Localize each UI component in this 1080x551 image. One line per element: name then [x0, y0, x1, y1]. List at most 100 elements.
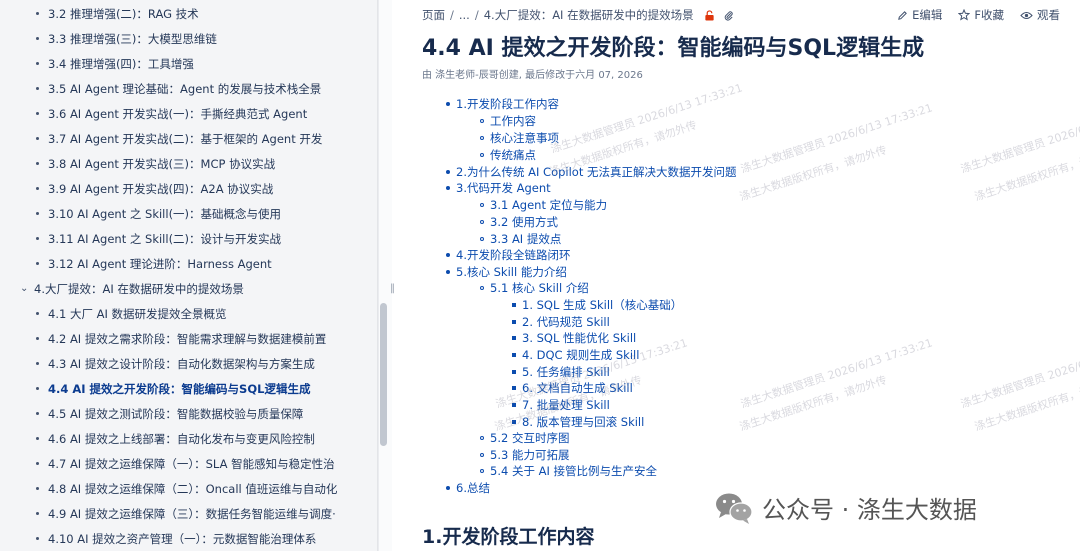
favorite-button[interactable]: F收藏 [958, 7, 1004, 23]
breadcrumb-root[interactable]: 页面 [422, 7, 445, 23]
sidebar-item[interactable]: 3.7 AI Agent 开发实战(二)：基于框架的 Agent 开发 [0, 126, 372, 151]
toc-link[interactable]: 3.代码开发 Agent [446, 180, 551, 196]
toc-link[interactable]: 4. DQC 规则生成 Skill [512, 347, 639, 363]
toc-label: 8. 版本管理与回滚 Skill [522, 415, 645, 429]
sidebar-item[interactable]: 4.10 AI 提效之资产管理（一）：元数据智能治理体系 [0, 526, 372, 551]
sidebar-item-label: 4.4 AI 提效之开发阶段：智能编码与SQL逻辑生成 [48, 381, 311, 396]
sidebar-item-label: 4.7 AI 提效之运维保障（一）：SLA 智能感知与稳定性治 [48, 456, 335, 471]
sidebar-item-label: 4.9 AI 提效之运维保障（三）：数据任务智能运维与调度· [48, 506, 336, 521]
sidebar-item[interactable]: 3.12 AI Agent 理论进阶：Harness Agent [0, 251, 372, 276]
toc-link[interactable]: 2.为什么传统 AI Copilot 无法真正解决大数据开发问题 [446, 164, 737, 180]
bullet-icon [512, 303, 516, 307]
star-icon [958, 9, 971, 21]
bullet-icon [512, 370, 516, 374]
bullet-icon [480, 203, 484, 207]
edit-button[interactable]: E编辑 [897, 7, 942, 23]
attachment-icon[interactable] [723, 10, 734, 21]
bullet-icon [480, 469, 484, 473]
toc-link[interactable]: 3.2 使用方式 [480, 214, 558, 230]
bullet-icon [480, 286, 484, 290]
unlock-icon[interactable] [704, 9, 715, 21]
bullet-icon [36, 112, 39, 115]
page-actions: E编辑 F收藏 观看 [897, 6, 1060, 24]
toc-link[interactable]: 5.2 交互时序图 [480, 430, 569, 446]
bullet-icon [36, 212, 39, 215]
toc-link[interactable]: 传统痛点 [480, 147, 536, 163]
bullet-icon [480, 220, 484, 224]
toc-link[interactable]: 1. SQL 生成 Skill（核心基础） [512, 297, 682, 313]
sidebar-scrollbar-thumb[interactable] [380, 303, 387, 446]
breadcrumb-ellipsis[interactable]: ... [459, 8, 470, 22]
sidebar-item[interactable]: 3.4 推理增强(四)：工具增强 [0, 51, 372, 76]
toc-link[interactable]: 工作内容 [480, 113, 536, 129]
bullet-icon [512, 386, 516, 390]
sidebar-item-label: 4.5 AI 提效之测试阶段：智能数据校验与质量保障 [48, 406, 304, 421]
toc-link[interactable]: 3.1 Agent 定位与能力 [480, 197, 607, 213]
watermark: 涤生大数据管理员 2026/6/13 17:33:21 [959, 101, 1080, 176]
toc-label: 3.2 使用方式 [490, 215, 558, 229]
toc-link[interactable]: 3. SQL 性能优化 Skill [512, 330, 636, 346]
toc-link[interactable]: 1.开发阶段工作内容 [446, 96, 559, 112]
sidebar-item[interactable]: 4.8 AI 提效之运维保障（二）：Oncall 值班运维与自动化 [0, 476, 372, 501]
watermark: 涤生大数据版权所有，请勿外传 [972, 373, 1080, 434]
toc-label: 传统痛点 [490, 148, 536, 162]
sidebar-item[interactable]: 4.1 大厂 AI 数据研发提效全景概览 [0, 301, 372, 326]
breadcrumb: 页面 / ... / 4.大厂提效：AI 在数据研发中的提效场景 [422, 6, 734, 24]
sidebar-item[interactable]: 3.3 推理增强(三)：大模型思维链 [0, 26, 372, 51]
toc-link[interactable]: 7. 批量处理 Skill [512, 397, 610, 413]
sidebar-item[interactable]: 4.3 AI 提效之设计阶段：自动化数据架构与方案生成 [0, 351, 372, 376]
page-meta: 由 涤生老师-辰哥创建, 最后修改于六月 07, 2026 [422, 70, 643, 81]
bullet-icon [446, 170, 450, 174]
sidebar-item[interactable]: 4.6 AI 提效之上线部署：自动化发布与变更风险控制 [0, 426, 372, 451]
toc-link[interactable]: 核心注意事项 [480, 130, 559, 146]
bullet-icon [480, 453, 484, 457]
sidebar-item[interactable]: 3.5 AI Agent 理论基础：Agent 的发展与技术栈全景 [0, 76, 372, 101]
toc-label: 2.为什么传统 AI Copilot 无法真正解决大数据开发问题 [456, 165, 737, 179]
bullet-icon [36, 37, 39, 40]
sidebar-item[interactable]: 4.5 AI 提效之测试阶段：智能数据校验与质量保障 [0, 401, 372, 426]
breadcrumb-current[interactable]: 4.大厂提效：AI 在数据研发中的提效场景 [484, 7, 694, 23]
chevron-down-icon[interactable]: ⌄ [20, 283, 30, 294]
toc-label: 3. SQL 性能优化 Skill [522, 331, 637, 345]
sidebar-item-label: 3.6 AI Agent 开发实战(一)：手撕经典范式 Agent [48, 106, 308, 121]
toc-link[interactable]: 3.3 AI 提效点 [480, 231, 561, 247]
toc-link[interactable]: 4.开发阶段全链路闭环 [446, 247, 570, 263]
sidebar-item-label: 4.大厂提效：AI 在数据研发中的提效场景 [34, 281, 244, 296]
toc-link[interactable]: 5.3 能力可拓展 [480, 447, 569, 463]
sidebar-item-active[interactable]: 4.4 AI 提效之开发阶段：智能编码与SQL逻辑生成 [0, 376, 372, 401]
watch-button[interactable]: 观看 [1020, 7, 1060, 23]
toc-link[interactable]: 8. 版本管理与回滚 Skill [512, 414, 644, 430]
sidebar-item[interactable]: 3.8 AI Agent 开发实战(三)：MCP 协议实战 [0, 151, 372, 176]
toc-label: 5.4 关于 AI 接管比例与生产安全 [490, 464, 658, 478]
toc-label: 5.核心 Skill 能力介绍 [456, 265, 567, 279]
toc-link[interactable]: 6. 文档自动生成 Skill [512, 380, 633, 396]
sidebar-item-label: 3.9 AI Agent 开发实战(四)：A2A 协议实战 [48, 181, 274, 196]
section-heading: 1.开发阶段工作内容 [422, 526, 595, 548]
sidebar-item[interactable]: 3.6 AI Agent 开发实战(一)：手撕经典范式 Agent [0, 101, 372, 126]
sidebar-item[interactable]: 4.2 AI 提效之需求阶段：智能需求理解与数据建模前置 [0, 326, 372, 351]
sidebar-item[interactable]: 4.7 AI 提效之运维保障（一）：SLA 智能感知与稳定性治 [0, 451, 372, 476]
sidebar-item-label: 3.2 推理增强(二)：RAG 技术 [48, 6, 199, 21]
wechat-watermark: 公众号 · 涤生大数据 [714, 490, 977, 525]
toc-label: 2. 代码规范 Skill [522, 315, 610, 329]
toc-link[interactable]: 6.总结 [446, 480, 490, 496]
sidebar-item[interactable]: 3.10 AI Agent 之 Skill(一)：基础概念与使用 [0, 201, 372, 226]
toc-link[interactable]: 5.1 核心 Skill 介绍 [480, 280, 589, 296]
sidebar-item-label: 3.7 AI Agent 开发实战(二)：基于框架的 Agent 开发 [48, 131, 323, 146]
sidebar-item[interactable]: 3.2 推理增强(二)：RAG 技术 [0, 1, 372, 26]
sidebar-item[interactable]: 3.9 AI Agent 开发实战(四)：A2A 协议实战 [0, 176, 372, 201]
toc-link[interactable]: 2. 代码规范 Skill [512, 314, 610, 330]
sidebar-item-label: 4.1 大厂 AI 数据研发提效全景概览 [48, 306, 227, 321]
bullet-icon [36, 412, 39, 415]
toc-label: 工作内容 [490, 114, 536, 128]
wechat-label: 公众号 · 涤生大数据 [762, 496, 977, 524]
sidebar-item[interactable]: 4.9 AI 提效之运维保障（三）：数据任务智能运维与调度· [0, 501, 372, 526]
toc-link[interactable]: 5.核心 Skill 能力介绍 [446, 264, 567, 280]
sidebar-item[interactable]: 3.11 AI Agent 之 Skill(二)：设计与开发实战 [0, 226, 372, 251]
sidebar-scrollbar-track[interactable] [378, 0, 392, 551]
sidebar-item-section[interactable]: ⌄ 4.大厂提效：AI 在数据研发中的提效场景 [0, 276, 372, 301]
toc-label: 5.1 核心 Skill 介绍 [490, 281, 589, 295]
bullet-icon [512, 403, 516, 407]
toc-link[interactable]: 5.4 关于 AI 接管比例与生产安全 [480, 463, 657, 479]
toc-link[interactable]: 5. 任务编排 Skill [512, 364, 610, 380]
